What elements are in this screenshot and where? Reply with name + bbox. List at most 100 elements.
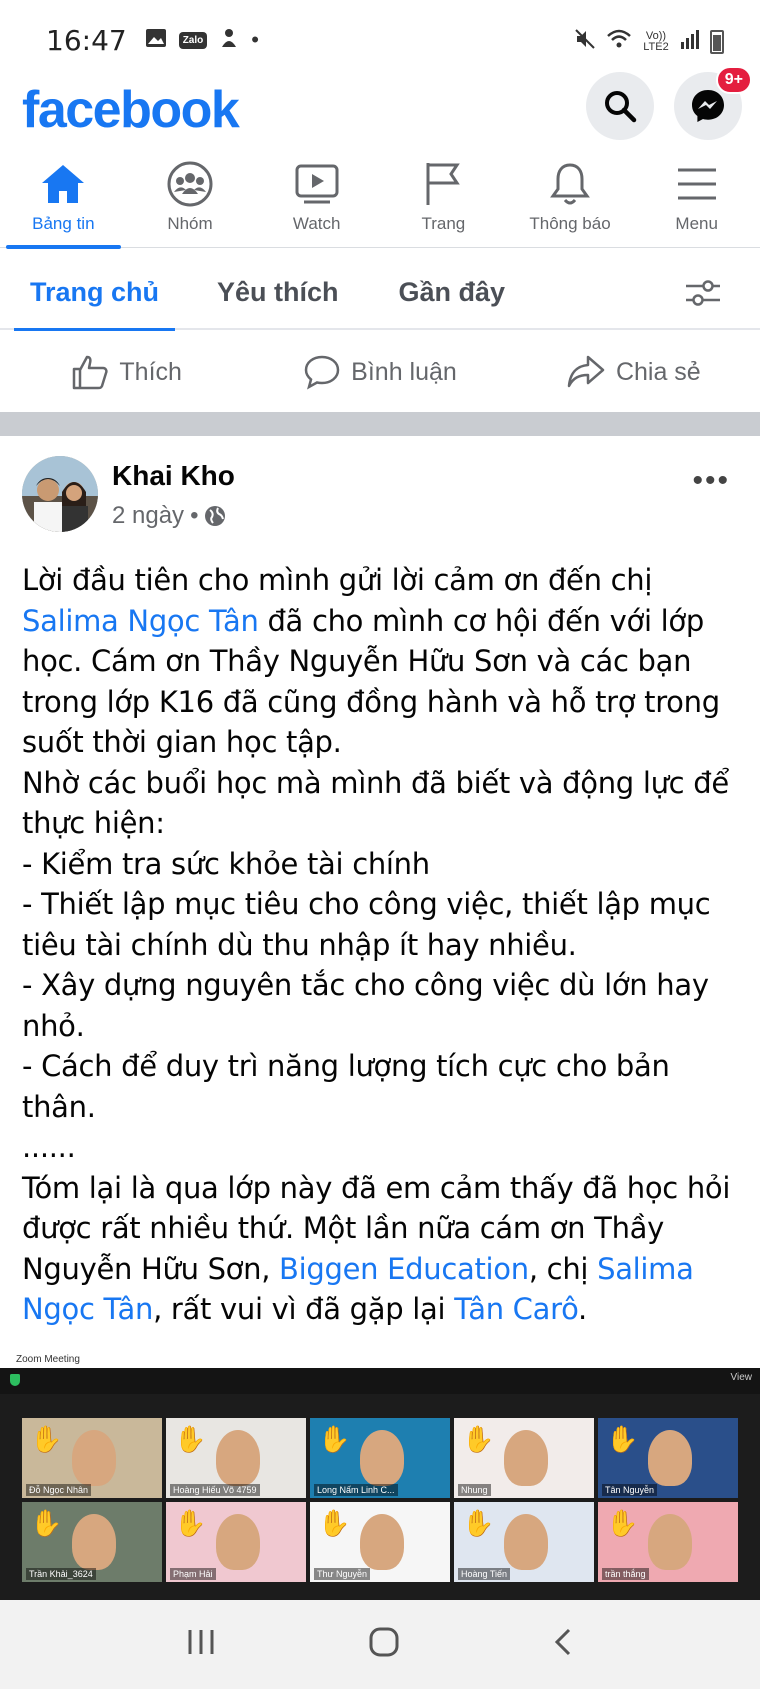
feed-divider: [0, 412, 760, 436]
post-author[interactable]: Khai Kho: [112, 460, 235, 492]
zalo-icon: Zalo: [178, 31, 208, 49]
messenger-badge: 9+: [715, 66, 752, 94]
participant-name: Thư Nguyễn: [314, 1568, 371, 1580]
participant-tile: ✋ Thư Nguyễn: [310, 1502, 450, 1582]
raised-hand-icon: ✋: [318, 1424, 351, 1454]
notification-icon: [219, 27, 239, 54]
android-nav-bar: [0, 1600, 760, 1689]
nav-item-menu[interactable]: Menu: [633, 158, 760, 247]
participant-name: Trần Khải_3624: [26, 1568, 96, 1580]
participant-face: [72, 1430, 116, 1486]
post-bullet: - Thiết lập mục tiêu cho công việc, thiế…: [22, 887, 711, 962]
messenger-button[interactable]: 9+: [674, 66, 752, 140]
back-icon[interactable]: [552, 1627, 574, 1662]
menu-icon: [676, 158, 718, 210]
participant-name: Đỗ Ngọc Nhân: [26, 1484, 92, 1496]
dot-icon: •: [251, 27, 259, 52]
nav-item-news-feed[interactable]: Bảng tin: [0, 158, 127, 249]
post-ellipsis: ......: [22, 1130, 76, 1164]
tab-recent[interactable]: Gần đây: [399, 255, 506, 329]
participant-face: [216, 1430, 260, 1486]
post-text-line: .: [578, 1292, 587, 1326]
feed-filter-tabs: Trang chủ Yêu thích Gần đây: [0, 255, 760, 331]
lte-indicator: Vo)) LTE2: [643, 29, 669, 53]
post-text-line: Nhờ các buổi học mà mình đã biết và động…: [22, 765, 729, 841]
wifi-icon: [606, 28, 632, 55]
participant-tile: ✋ Phạm Hải: [166, 1502, 306, 1582]
raised-hand-icon: ✋: [606, 1508, 639, 1538]
post-options-button[interactable]: •••: [692, 464, 730, 498]
comment-button[interactable]: Bình luận: [253, 354, 506, 390]
messenger-icon: [692, 90, 724, 122]
raised-hand-icon: ✋: [318, 1508, 351, 1538]
post-header: Khai Kho 2 ngày • •••: [22, 456, 742, 536]
nav-item-watch[interactable]: Watch: [253, 158, 380, 247]
groups-icon: [166, 158, 214, 210]
share-icon: [567, 355, 605, 388]
status-bar: 16:47 Zalo • Vo)) LTE2: [0, 0, 760, 80]
meta-separator: •: [190, 502, 199, 529]
image-icon: [145, 28, 167, 53]
nav-label: Bảng tin: [32, 214, 95, 233]
post-bullet: - Kiểm tra sức khỏe tài chính: [22, 846, 430, 881]
mention-link[interactable]: Biggen Education: [279, 1252, 529, 1286]
participant-tile: ✋ trần thắng: [598, 1502, 738, 1582]
author-avatar[interactable]: [22, 456, 98, 532]
search-icon: [605, 91, 637, 123]
mention-link[interactable]: Tân Carô: [454, 1292, 578, 1326]
search-button[interactable]: [586, 72, 654, 140]
post-image[interactable]: Zoom Meeting View ✋ Đỗ Ngọc Nhân ✋ Hoàng Hi…: [0, 1352, 760, 1600]
like-button[interactable]: Thích: [0, 354, 253, 390]
share-label: Chia sẻ: [615, 357, 701, 386]
facebook-logo[interactable]: facebook: [22, 80, 240, 140]
post-action-bar: Thích Bình luận Chia sẻ: [0, 332, 760, 412]
participant-tile: ✋ Long Nấm Linh C...: [310, 1418, 450, 1498]
nav-label: Thông báo: [529, 214, 611, 233]
post-meta: 2 ngày •: [112, 502, 226, 530]
like-label: Thích: [119, 357, 182, 386]
raised-hand-icon: ✋: [30, 1424, 63, 1454]
status-time: 16:47: [46, 23, 127, 57]
tab-home[interactable]: Trang chủ: [13, 255, 176, 331]
status-icons-right: Vo)) LTE2: [574, 28, 724, 55]
comment-icon: [304, 355, 340, 390]
watch-icon: [294, 158, 340, 210]
comment-label: Bình luận: [351, 357, 457, 386]
participant-face: [72, 1514, 116, 1570]
post-bullet: - Cách để duy trì năng lượng tích cực ch…: [22, 1049, 670, 1124]
home-icon: [40, 158, 86, 210]
share-button[interactable]: Chia sẻ: [507, 354, 760, 390]
nav-item-groups[interactable]: Nhóm: [127, 158, 254, 247]
nav-label: Trang: [421, 214, 466, 233]
nav-item-notifications[interactable]: Thông báo: [507, 158, 634, 247]
participant-tile: ✋ Đỗ Ngọc Nhân: [22, 1418, 162, 1498]
mute-icon: [574, 28, 596, 55]
status-icons-left: Zalo •: [145, 27, 259, 54]
participant-face: [504, 1430, 548, 1486]
zoom-titlebar: Zoom Meeting: [0, 1352, 760, 1368]
participant-name: Long Nấm Linh C...: [314, 1484, 398, 1496]
post-time[interactable]: 2 ngày: [112, 502, 184, 530]
post-text-line: Lời đầu tiên cho mình gửi lời cảm ơn đến…: [22, 563, 653, 597]
filter-settings-icon[interactable]: [684, 278, 722, 313]
raised-hand-icon: ✋: [462, 1424, 495, 1454]
participant-face: [648, 1430, 692, 1486]
participant-tile: ✋ Nhung: [454, 1418, 594, 1498]
post-text-line: , rất vui vì đã gặp lại: [153, 1292, 455, 1326]
tab-favorites[interactable]: Yêu thích: [217, 255, 339, 329]
participant-tile: ✋ Trần Khải_3624: [22, 1502, 162, 1582]
raised-hand-icon: ✋: [174, 1508, 207, 1538]
shield-icon: [10, 1374, 20, 1386]
participant-name: Tân Nguyễn: [602, 1484, 658, 1496]
post-paragraph: Tóm lại là qua lớp này đã em cảm thấy đã…: [22, 1168, 742, 1330]
nav-item-pages[interactable]: Trang: [380, 158, 507, 247]
participant-name: Hoàng Hiếu Võ 4759: [170, 1484, 260, 1496]
nav-label: Nhóm: [167, 214, 213, 233]
participant-tile: ✋ Tân Nguyễn: [598, 1418, 738, 1498]
globe-icon: [205, 506, 226, 526]
main-nav: Bảng tin Nhóm Watch Trang Thông báo Menu: [0, 158, 760, 249]
mention-link[interactable]: Salima Ngọc Tân: [22, 604, 259, 638]
home-button-icon[interactable]: [368, 1626, 400, 1663]
participant-tile: ✋ Hoàng Tiến: [454, 1502, 594, 1582]
recent-apps-icon[interactable]: [186, 1628, 216, 1661]
